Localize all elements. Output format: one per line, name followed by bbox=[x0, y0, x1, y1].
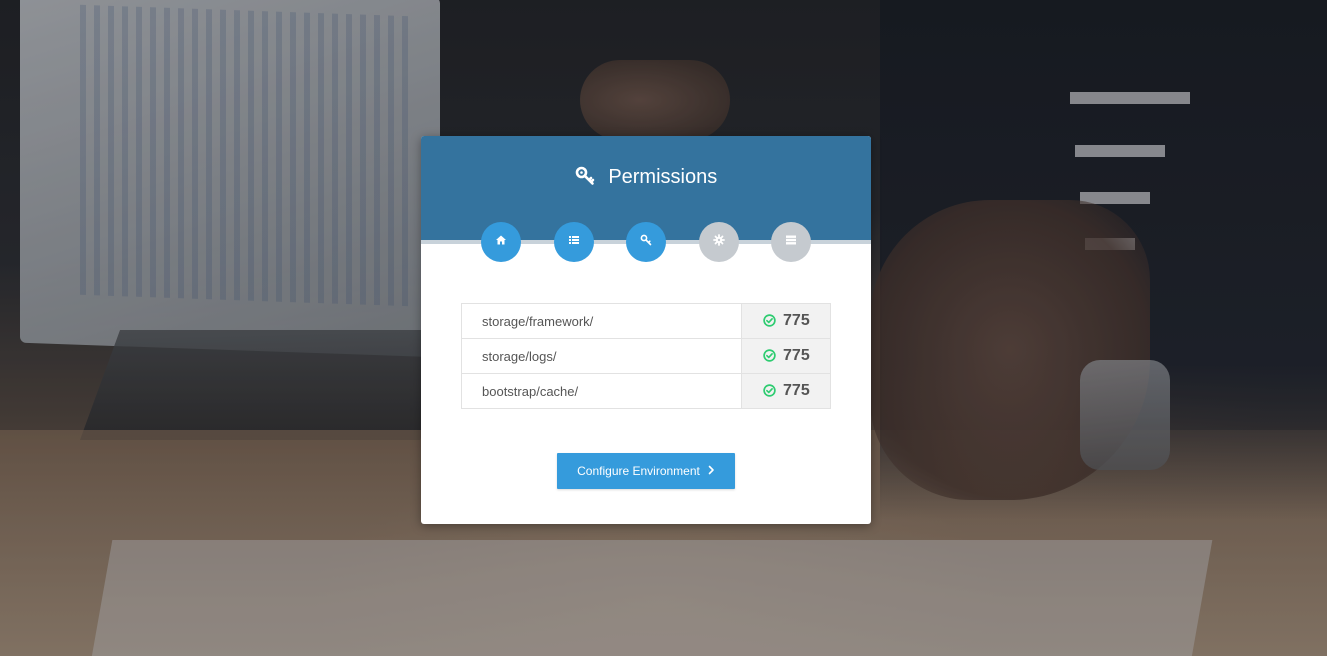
table-row: bootstrap/cache/ 775 bbox=[460, 373, 831, 409]
permission-value-cell: 775 bbox=[741, 303, 831, 339]
step-welcome[interactable] bbox=[481, 222, 521, 262]
list-icon bbox=[568, 233, 580, 251]
gear-icon bbox=[713, 233, 725, 251]
title-text: Permissions bbox=[608, 166, 718, 188]
permission-value: 775 bbox=[783, 382, 810, 399]
button-label: Configure Environment bbox=[577, 464, 700, 478]
permission-path: storage/framework/ bbox=[460, 303, 743, 339]
key-icon bbox=[640, 233, 652, 251]
server-icon bbox=[785, 233, 797, 251]
installer-card: Permissions storage/framework/ 775 stora… bbox=[421, 136, 871, 524]
permission-value: 775 bbox=[783, 347, 810, 364]
step-permissions[interactable] bbox=[626, 222, 666, 262]
permission-path: storage/logs/ bbox=[460, 338, 743, 374]
permissions-table: storage/framework/ 775 storage/logs/ 775… bbox=[460, 303, 831, 409]
check-circle-icon bbox=[762, 382, 783, 399]
permission-path: bootstrap/cache/ bbox=[460, 373, 743, 409]
stepper bbox=[421, 222, 871, 264]
step-final[interactable] bbox=[771, 222, 811, 262]
permission-value-cell: 775 bbox=[741, 338, 831, 374]
chevron-right-icon bbox=[700, 464, 715, 478]
page-title: Permissions bbox=[421, 164, 871, 190]
table-row: storage/logs/ 775 bbox=[460, 338, 831, 374]
home-icon bbox=[495, 233, 507, 251]
permission-value: 775 bbox=[783, 312, 810, 329]
check-circle-icon bbox=[762, 347, 783, 364]
permission-value-cell: 775 bbox=[741, 373, 831, 409]
step-environment[interactable] bbox=[699, 222, 739, 262]
key-icon bbox=[575, 166, 609, 188]
step-requirements[interactable] bbox=[554, 222, 594, 262]
table-row: storage/framework/ 775 bbox=[460, 303, 831, 339]
check-circle-icon bbox=[762, 312, 783, 329]
configure-environment-button[interactable]: Configure Environment bbox=[557, 453, 735, 489]
